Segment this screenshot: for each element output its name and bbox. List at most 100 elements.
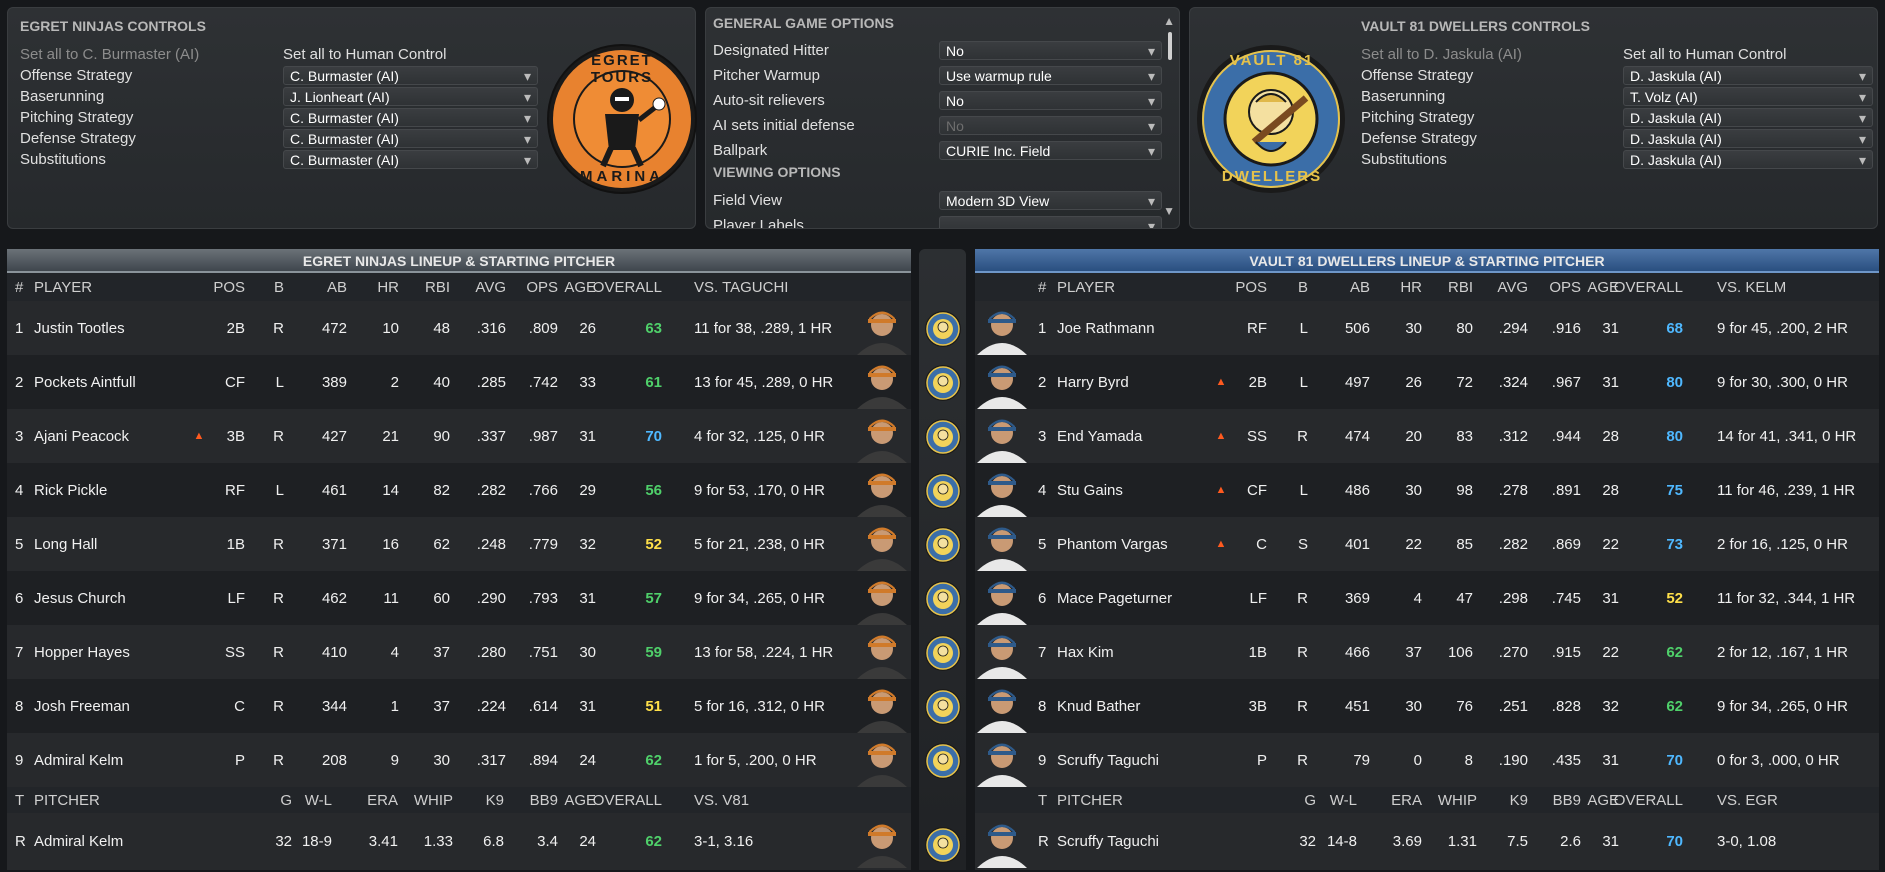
pitcher-header-wl[interactable]: W-L (1330, 787, 1357, 813)
player-portrait[interactable] (975, 683, 1029, 733)
player-portrait[interactable] (855, 683, 909, 733)
player-portrait[interactable] (855, 629, 909, 679)
control-select[interactable]: T. Volz (AI) ▾ (1623, 87, 1873, 106)
batter-row[interactable]: 7 Hax Kim 1B R 466 37 106 .270 .915 22 62 2 for 12,… (975, 625, 1879, 679)
pitcher-header-overall[interactable]: OVERALL (1614, 787, 1683, 813)
player-portrait[interactable] (855, 575, 909, 625)
player-portrait[interactable] (855, 359, 909, 409)
pitcher-header-g[interactable]: G (280, 787, 292, 813)
pitcher-header-name[interactable]: PITCHER (34, 787, 100, 813)
column-header-age[interactable]: AGE (564, 273, 596, 301)
column-header-overall[interactable]: OVERALL (1614, 273, 1683, 301)
batter-row[interactable]: 6 Jesus Church LF R 462 11 60 .290 .793 31 57 9 for… (7, 571, 911, 625)
column-header-rbi[interactable]: RBI (425, 273, 450, 301)
pitcher-header-vs[interactable]: VS. V81 (694, 787, 749, 813)
column-header-ops[interactable]: OPS (526, 273, 558, 301)
pitcher-header-t[interactable]: T (15, 787, 24, 813)
column-header-vs[interactable]: VS. TAGUCHI (694, 273, 788, 301)
option-select[interactable]: CURIE Inc. Field ▾ (939, 141, 1162, 160)
column-header-pos[interactable]: POS (213, 273, 245, 301)
starting-pitcher-row[interactable]: R Admiral Kelm 32 18-9 3.41 1.33 6.8 3.4 24 62 3-1… (7, 813, 911, 870)
control-select[interactable]: C. Burmaster (AI) ▾ (283, 129, 538, 148)
control-select[interactable]: J. Lionheart (AI) ▾ (283, 87, 538, 106)
player-portrait[interactable] (975, 629, 1029, 679)
batter-row[interactable]: 1 Justin Tootles 2B R 472 10 48 .316 .809 26 63 11 … (7, 301, 911, 355)
batter-row[interactable]: 4 Stu Gains CF L 486 30 98 .278 .891 28 75 11 for 4… (975, 463, 1879, 517)
scroll-down-icon[interactable]: ▼ (1163, 204, 1175, 218)
pitcher-header-age[interactable]: AGE (564, 787, 596, 813)
pitcher-portrait[interactable] (975, 818, 1029, 868)
column-header-ab[interactable]: AB (327, 273, 347, 301)
option-select[interactable]: No ▾ (939, 91, 1162, 110)
batter-row[interactable]: 8 Josh Freeman C R 344 1 37 .224 .614 31 51 5 for 1… (7, 679, 911, 733)
starting-pitcher-row[interactable]: R Scruffy Taguchi 32 14-8 3.69 1.31 7.5 2.6 31 70… (975, 813, 1879, 870)
control-select[interactable]: D. Jaskula (AI) ▾ (1623, 108, 1873, 127)
player-portrait[interactable] (855, 413, 909, 463)
player-portrait[interactable] (855, 737, 909, 787)
column-header-name[interactable]: PLAYER (1057, 273, 1115, 301)
control-select[interactable]: C. Burmaster (AI) ▾ (283, 150, 538, 169)
pitcher-header-bb9[interactable]: BB9 (1553, 787, 1581, 813)
column-header-pos[interactable]: POS (1235, 273, 1267, 301)
batter-row[interactable]: 4 Rick Pickle RF L 461 14 82 .282 .766 29 56 9 for … (7, 463, 911, 517)
batter-row[interactable]: 3 End Yamada SS R 474 20 83 .312 .944 28 80 14 for … (975, 409, 1879, 463)
vault-set-ai-link[interactable]: Set all to D. Jaskula (AI) (1361, 46, 1522, 63)
control-select[interactable]: D. Jaskula (AI) ▾ (1623, 66, 1873, 85)
player-portrait[interactable] (855, 521, 909, 571)
player-portrait[interactable] (975, 575, 1029, 625)
column-header-overall[interactable]: OVERALL (593, 273, 662, 301)
batter-row[interactable]: 7 Hopper Hayes SS R 410 4 37 .280 .751 30 59 13 for… (7, 625, 911, 679)
option-select[interactable]: Use warmup rule ▾ (939, 66, 1162, 85)
vault-set-human-link[interactable]: Set all to Human Control (1623, 46, 1786, 63)
control-select[interactable]: D. Jaskula (AI) ▾ (1623, 129, 1873, 148)
pitcher-portrait[interactable] (855, 818, 909, 868)
column-header-b[interactable]: B (274, 273, 284, 301)
control-select[interactable]: C. Burmaster (AI) ▾ (283, 108, 538, 127)
column-header-name[interactable]: PLAYER (34, 273, 92, 301)
player-portrait[interactable] (975, 737, 1029, 787)
column-header-avg[interactable]: AVG (1497, 273, 1528, 301)
pitcher-header-k9[interactable]: K9 (486, 787, 504, 813)
batter-row[interactable]: 1 Joe Rathmann RF L 506 30 80 .294 .916 31 68 9 for… (975, 301, 1879, 355)
egret-set-human-link[interactable]: Set all to Human Control (283, 46, 446, 63)
batter-row[interactable]: 9 Scruffy Taguchi P R 79 0 8 .190 .435 31 70 0 for … (975, 733, 1879, 787)
control-select[interactable]: D. Jaskula (AI) ▾ (1623, 150, 1873, 169)
player-portrait[interactable] (975, 413, 1029, 463)
column-header-hr[interactable]: HR (377, 273, 399, 301)
column-header-vs[interactable]: VS. KELM (1717, 273, 1786, 301)
pitcher-header-g[interactable]: G (1304, 787, 1316, 813)
pitcher-header-whip[interactable]: WHIP (414, 787, 453, 813)
pitcher-header-vs[interactable]: VS. EGR (1717, 787, 1778, 813)
batter-row[interactable]: 2 Harry Byrd 2B L 497 26 72 .324 .967 31 80 9 for 3… (975, 355, 1879, 409)
batter-row[interactable]: 2 Pockets Aintfull CF L 389 2 40 .285 .742 33 61 13… (7, 355, 911, 409)
pitcher-header-overall[interactable]: OVERALL (593, 787, 662, 813)
control-select[interactable]: C. Burmaster (AI) ▾ (283, 66, 538, 85)
option-select[interactable]: No ▾ (939, 41, 1162, 60)
player-portrait[interactable] (855, 305, 909, 355)
batter-row[interactable]: 5 Phantom Vargas C S 401 22 85 .282 .869 22 73 2 fo… (975, 517, 1879, 571)
player-portrait[interactable] (975, 467, 1029, 517)
viewing-option-select[interactable]: Modern 3D View ▾ (939, 191, 1162, 210)
batter-row[interactable]: 8 Knud Bather 3B R 451 30 76 .251 .828 32 62 9 for … (975, 679, 1879, 733)
player-portrait[interactable] (975, 521, 1029, 571)
column-header-avg[interactable]: AVG (475, 273, 506, 301)
column-header-num[interactable]: # (1038, 273, 1046, 301)
pitcher-header-whip[interactable]: WHIP (1438, 787, 1477, 813)
viewing-option-select[interactable]: ▾ (939, 216, 1162, 228)
scroll-up-icon[interactable]: ▲ (1163, 14, 1175, 28)
pitcher-header-era[interactable]: ERA (367, 787, 398, 813)
batter-row[interactable]: 6 Mace Pageturner LF R 369 4 47 .298 .745 31 52 11 … (975, 571, 1879, 625)
column-header-num[interactable]: # (15, 273, 23, 301)
batter-row[interactable]: 5 Long Hall 1B R 371 16 62 .248 .779 32 52 5 for 21… (7, 517, 911, 571)
column-header-rbi[interactable]: RBI (1448, 273, 1473, 301)
column-header-b[interactable]: B (1298, 273, 1308, 301)
column-header-ops[interactable]: OPS (1549, 273, 1581, 301)
player-portrait[interactable] (855, 467, 909, 517)
options-scrollbar[interactable] (1168, 32, 1172, 60)
pitcher-header-t[interactable]: T (1038, 787, 1047, 813)
pitcher-header-bb9[interactable]: BB9 (530, 787, 558, 813)
batter-row[interactable]: 9 Admiral Kelm P R 208 9 30 .317 .894 24 62 1 for 5… (7, 733, 911, 787)
column-header-ab[interactable]: AB (1350, 273, 1370, 301)
player-portrait[interactable] (975, 359, 1029, 409)
pitcher-header-k9[interactable]: K9 (1510, 787, 1528, 813)
